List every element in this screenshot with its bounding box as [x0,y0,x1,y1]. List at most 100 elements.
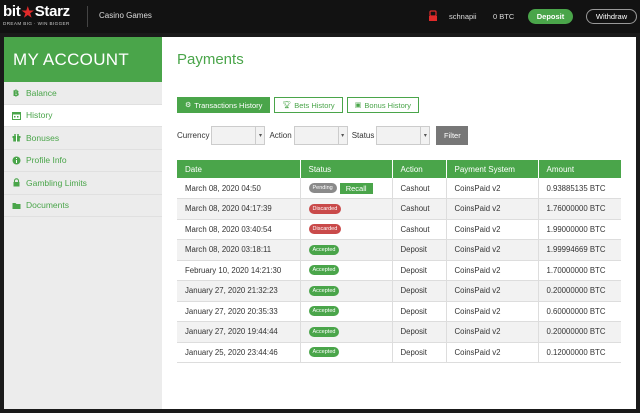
cell-status: Accepted [300,280,393,302]
cell-status: Accepted [300,260,393,281]
bitstarz-logo[interactable]: bit ★ Starz DREAM BIG · WIN BIGGER [3,4,78,28]
cell-amount: 0.60000000 BTC [538,301,621,322]
sidebar-item-bonuses[interactable]: Bonuses [4,127,162,150]
status-label: Status [351,131,375,140]
deposit-button[interactable]: Deposit [528,9,573,24]
sidebar-item-history[interactable]: History [4,104,162,127]
casino-games-link[interactable]: Casino Games [99,11,152,20]
cell-date: March 08, 2020 03:18:11 [177,239,301,261]
sidebar-item-label: Profile Info [26,155,67,166]
cell-payment-system: CoinsPaid v2 [446,280,539,302]
cell-status: Accepted [300,301,393,322]
sidebar-item-label: History [26,110,53,121]
tab-bonus-history[interactable]: ▣ Bonus History [346,97,419,113]
currency-select[interactable]: ▾ [211,126,266,145]
sidebar-item-label: Balance [26,87,57,98]
cell-payment-system: CoinsPaid v2 [446,301,539,322]
tab-label: Bets History [294,100,335,110]
status-badge: Accepted [308,265,340,276]
cell-payment-system: CoinsPaid v2 [446,342,539,363]
table-row: January 27, 2020 19:44:44 Accepted Deposit… [177,321,621,343]
tab-bets-history[interactable]: 🏆︎ Bets History [274,97,343,113]
gift-icon: ▣ [354,102,362,109]
table-row: January 27, 2020 21:32:23 Accepted Deposit… [177,280,621,302]
sidebar-item-balance[interactable]: ฿ Balance [4,82,162,105]
tab-label: Bonus History [364,100,411,110]
cell-date: January 27, 2020 21:32:23 [177,280,301,302]
page-title: Payments [177,51,244,68]
sidebar-item-gambling-limits[interactable]: Gambling Limits [4,172,162,195]
cell-payment-system: CoinsPaid v2 [446,239,539,261]
cell-date: March 08, 2020 04:17:39 [177,198,301,220]
status-badge: Accepted [308,347,340,358]
column-header-date: Date [177,160,301,178]
chevron-down-icon: ▾ [255,127,264,144]
cell-amount: 0.93885135 BTC [538,178,621,199]
username-label[interactable]: schnapii [449,12,477,21]
cell-date: January 27, 2020 19:44:44 [177,321,301,343]
table-row: January 25, 2020 23:44:46 Accepted Deposit… [177,342,621,363]
sidebar-item-profile-info[interactable]: Profile Info [4,150,162,172]
main-content: Payments ⚙ Transactions History 🏆︎ Bets … [162,37,636,409]
user-icon[interactable] [428,10,438,22]
status-badge: Accepted [308,244,340,255]
status-badge: Discarded [308,203,342,214]
filter-button[interactable]: Filter [436,126,469,145]
table-row: January 27, 2020 20:35:33 Accepted Deposit… [177,301,621,322]
info-icon [12,156,21,165]
cell-amount: 0.20000000 BTC [538,321,621,343]
status-select[interactable]: ▾ [376,126,431,145]
status-badge: Discarded [308,224,342,235]
cell-action: Deposit [392,321,447,343]
status-badge: Accepted [308,306,340,317]
cell-action: Cashout [392,198,447,220]
svg-text:฿: ฿ [13,89,19,97]
column-header-status: Status [300,160,393,178]
lock-icon [12,178,21,187]
cell-amount: 0.12000000 BTC [538,342,621,363]
filter-bar: Currency ▾ Action ▾ Status ▾ Filter [177,126,469,145]
cell-status: Pending Recall [300,178,393,199]
cell-date: January 25, 2020 23:44:46 [177,342,301,363]
withdraw-button[interactable]: Withdraw [586,9,637,24]
cell-status: Discarded [300,198,393,220]
tab-transactions-history[interactable]: ⚙ Transactions History [177,97,271,113]
top-navigation-bar: bit ★ Starz DREAM BIG · WIN BIGGER Casin… [0,0,640,33]
sidebar-title: MY ACCOUNT [4,37,162,82]
tab-label: Transactions History [194,100,263,110]
table-row: March 08, 2020 03:18:11 Accepted Deposit Co… [177,239,621,261]
trophy-icon: 🏆︎ [282,102,292,109]
logo-text-bit: bit [3,3,21,20]
table-header-row: Date Status Action Payment System Amount [177,160,621,178]
table-row: March 08, 2020 04:50 Pending Recall Cashout… [177,178,621,199]
payments-table: Date Status Action Payment System Amount… [177,160,621,363]
folder-icon [12,201,21,210]
sidebar-item-documents[interactable]: Documents [4,195,162,217]
cell-status: Accepted [300,342,393,363]
column-header-payment-system: Payment System [446,160,539,178]
gift-icon [12,133,21,143]
action-label: Action [269,131,292,140]
table-row: March 08, 2020 04:17:39 Discarded Cashout C… [177,198,621,220]
cell-action: Cashout [392,219,447,240]
status-badge: Accepted [308,285,340,296]
cell-amount: 0.20000000 BTC [538,280,621,302]
topbar-divider [87,6,88,27]
cell-date: February 10, 2020 14:21:30 [177,260,301,281]
currency-label: Currency [177,131,210,140]
cell-payment-system: CoinsPaid v2 [446,198,539,220]
cell-date: March 08, 2020 04:50 [177,178,301,199]
cell-action: Deposit [392,239,447,261]
status-badge: Pending [308,183,337,193]
cell-payment-system: CoinsPaid v2 [446,321,539,343]
star-icon: ★ [21,4,34,20]
gear-icon: ⚙ [185,102,192,109]
cell-payment-system: CoinsPaid v2 [446,260,539,281]
action-select[interactable]: ▾ [293,126,348,145]
cell-action: Deposit [392,342,447,363]
cell-action: Deposit [392,280,447,302]
logo-tagline: DREAM BIG · WIN BIGGER [3,21,70,26]
column-header-amount: Amount [538,160,621,178]
recall-button[interactable]: Recall [339,182,373,194]
bitcoin-icon: ฿ [12,88,21,97]
